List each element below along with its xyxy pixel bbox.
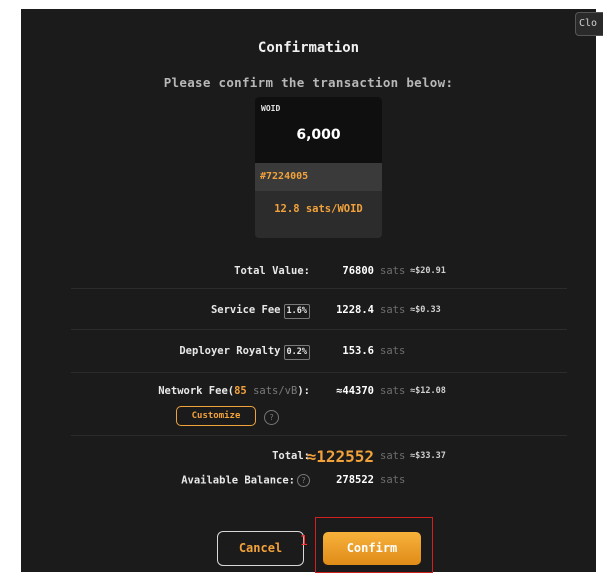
total-value-unit: sats <box>380 265 406 277</box>
total-usd: ≈$33.37 <box>410 451 446 461</box>
network-fee-rate-unit: sats/vB <box>253 385 298 397</box>
token-ticker: WOID <box>261 104 281 113</box>
confirmation-dialog: Confirmation Please confirm the transact… <box>21 9 596 573</box>
total-value-amount: 76800 <box>342 265 374 277</box>
total-amount: ≈122552 <box>306 447 374 466</box>
available-balance-label: Available Balance: <box>181 474 295 487</box>
close-button[interactable]: Clo <box>575 12 603 36</box>
service-fee-label-group: Service Fee 1.6% <box>211 304 310 319</box>
network-fee-label-suffix: ): <box>297 385 310 397</box>
deployer-royalty-badge: 0.2% <box>283 345 310 360</box>
deployer-royalty-amount: 153.6 <box>342 345 374 357</box>
network-fee-label-prefix: Network Fee( <box>158 385 235 397</box>
token-rate: 12.8 sats/WOID <box>274 203 363 215</box>
inscription-id-row: #7224005 <box>255 163 382 191</box>
network-fee-label-group: Network Fee(85 sats/vB): <box>158 385 310 397</box>
divider <box>71 288 567 289</box>
token-card-header: WOID 6,000 <box>255 97 382 163</box>
dialog-subtitle: Please confirm the transaction below: <box>163 75 454 90</box>
total-value-label: Total Value: <box>234 265 310 277</box>
service-fee-label: Service Fee <box>210 304 281 316</box>
available-balance-label-group: Available Balance:? <box>181 474 310 487</box>
available-balance-unit: sats <box>380 474 406 486</box>
inscription-id: #7224005 <box>260 171 309 182</box>
cancel-button[interactable]: Cancel <box>217 531 304 566</box>
total-unit: sats <box>380 450 406 462</box>
token-amount: 6,000 <box>296 127 341 143</box>
service-fee-usd: ≈$0.33 <box>410 305 441 315</box>
available-balance-help-icon[interactable]: ? <box>297 474 310 487</box>
token-card: WOID 6,000 #7224005 12.8 sats/WOID <box>255 97 382 238</box>
divider <box>71 435 567 436</box>
deployer-royalty-label: Deployer Royalty <box>179 345 281 357</box>
network-fee-rate: 85 <box>234 385 247 397</box>
network-fee-unit: sats <box>380 385 406 397</box>
customize-fee-button[interactable]: Customize <box>176 406 256 426</box>
customize-help-icon[interactable]: ? <box>264 410 279 425</box>
network-fee-usd: ≈$12.08 <box>410 386 446 396</box>
service-fee-unit: sats <box>380 304 406 316</box>
deployer-royalty-label-group: Deployer Royalty 0.2% <box>179 345 310 360</box>
service-fee-amount: 1228.4 <box>336 304 374 316</box>
network-fee-amount: ≈44370 <box>336 385 374 397</box>
service-fee-badge: 1.6% <box>283 304 310 319</box>
dialog-title: Confirmation <box>257 40 360 56</box>
available-balance-amount: 278522 <box>336 474 374 486</box>
confirm-highlight-box <box>315 517 433 573</box>
divider <box>71 329 567 330</box>
total-value-usd: ≈$20.91 <box>410 266 446 276</box>
divider <box>71 372 567 373</box>
deployer-royalty-unit: sats <box>380 345 406 357</box>
step-marker: 1 <box>300 534 309 549</box>
